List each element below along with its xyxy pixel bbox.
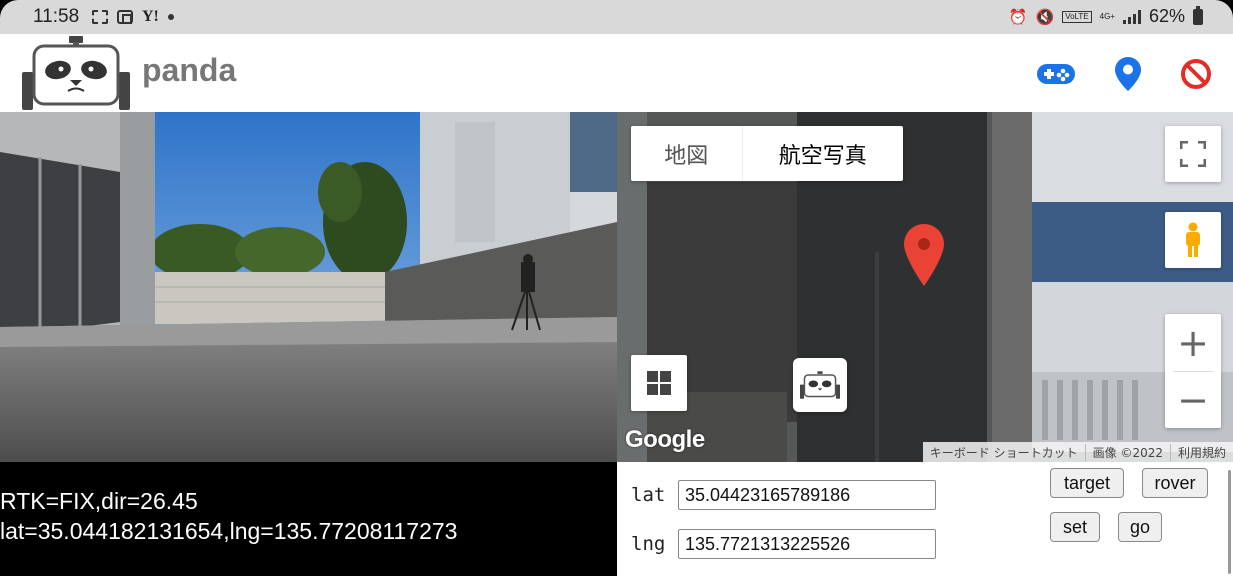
stop-icon: [1181, 59, 1211, 89]
battery-icon: [1193, 5, 1203, 25]
camera-feed: [0, 112, 617, 462]
location-button[interactable]: [1108, 54, 1148, 94]
gamepad-button[interactable]: [1036, 54, 1076, 94]
set-button[interactable]: set: [1050, 512, 1100, 542]
lng-input[interactable]: [678, 529, 936, 559]
lat-label: lat: [631, 484, 666, 506]
status-time: 11:58: [33, 6, 80, 27]
notification-dot-icon: [167, 14, 174, 20]
imagery-copyright: 画像 ©2022: [1084, 443, 1170, 461]
status-right-icons: ⏰ 🔇 VoLTE 4G+ 62%: [1008, 5, 1203, 27]
battery-percent: 62%: [1148, 6, 1185, 26]
status-bar: 11:58 Y! ⏰ 🔇 VoLTE 4G+ 62%: [0, 0, 1233, 34]
location-pin-icon: [1115, 57, 1141, 91]
gamepad-icon: [1037, 64, 1075, 84]
map-marker-icon[interactable]: [904, 224, 944, 286]
screenshot-icon: [92, 10, 108, 24]
layers-button[interactable]: [631, 355, 687, 411]
map-type-satellite-button[interactable]: 航空写真: [741, 126, 903, 181]
stop-button[interactable]: [1176, 54, 1216, 94]
zoom-control: + −: [1165, 314, 1221, 428]
yahoo-icon: Y!: [142, 8, 159, 25]
map-type-map-button[interactable]: 地図: [631, 126, 742, 181]
go-button[interactable]: go: [1118, 512, 1162, 542]
camera-image: [0, 112, 617, 462]
app-header: panda: [0, 34, 1233, 112]
rover-marker-button[interactable]: [793, 358, 847, 412]
4g-icon: 4G+: [1099, 11, 1115, 21]
panda-robot-logo: [22, 36, 130, 110]
telemetry-panel: RTK=FIX,dir=26.45 lat=35.044182131654,ln…: [0, 462, 617, 576]
google-map[interactable]: 地図 航空写真 + − Google キーボード ショートカット 画像 ©202…: [617, 112, 1233, 462]
telemetry-rtk: RTK=FIX,dir=26.45: [0, 488, 198, 514]
zoom-in-button[interactable]: +: [1165, 314, 1221, 371]
volte-icon: VoLTE: [1062, 10, 1092, 23]
app-title: panda: [142, 52, 237, 88]
signal-icon: [1122, 9, 1141, 24]
status-left-icons: Y!: [92, 8, 174, 26]
coordinate-form: lat lng target rover set go: [617, 462, 1233, 576]
rover-button[interactable]: rover: [1142, 468, 1208, 498]
google-logo: Google: [625, 426, 705, 453]
fullscreen-button[interactable]: [1165, 126, 1221, 182]
grid-icon: [647, 371, 671, 395]
mute-icon: 🔇: [1035, 8, 1055, 26]
zoom-out-button[interactable]: −: [1165, 371, 1221, 428]
street-view-button[interactable]: [1165, 212, 1221, 268]
telemetry-latlng: lat=35.044182131654,lng=135.77208117273: [0, 518, 458, 544]
keyboard-shortcuts-link[interactable]: キーボード ショートカット: [923, 444, 1085, 461]
screen-record-icon: [117, 10, 133, 24]
map-attribution: キーボード ショートカット 画像 ©2022 利用規約: [922, 442, 1233, 462]
lng-label: lng: [631, 533, 666, 555]
pegman-icon: [1186, 222, 1200, 257]
fullscreen-icon: [1180, 141, 1206, 167]
map-type-control: 地図 航空写真: [631, 126, 903, 181]
terms-link[interactable]: 利用規約: [1169, 443, 1233, 461]
scrollbar[interactable]: [1228, 470, 1231, 574]
alarm-icon: ⏰: [1008, 8, 1028, 26]
app-screen: 11:58 Y! ⏰ 🔇 VoLTE 4G+ 62% panda RTK=FIX…: [0, 0, 1233, 576]
target-button[interactable]: target: [1050, 468, 1124, 498]
lat-input[interactable]: [678, 480, 936, 510]
rover-robot-icon: [800, 371, 840, 399]
